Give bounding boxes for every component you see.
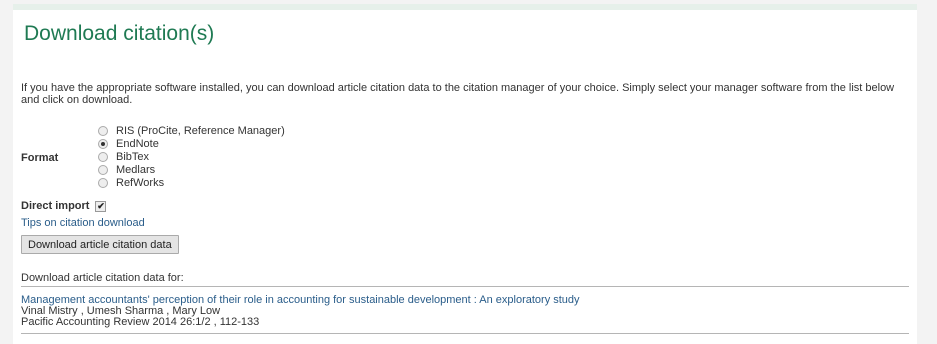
- radio-endnote[interactable]: [98, 138, 108, 149]
- intro-text: If you have the appropriate software ins…: [21, 82, 895, 106]
- radio-medlars[interactable]: [98, 164, 108, 175]
- format-option-label: EndNote: [116, 137, 159, 150]
- format-option-bibtex[interactable]: BibTex: [98, 150, 285, 163]
- citation-panel: Download citation(s) If you have the app…: [13, 4, 917, 344]
- format-option-label: BibTex: [116, 150, 150, 163]
- citation-entry: Management accountants' perception of th…: [21, 295, 580, 328]
- radio-bibtex[interactable]: [98, 151, 108, 162]
- divider: [21, 286, 909, 287]
- format-option-label: RefWorks: [116, 176, 165, 189]
- format-option-endnote[interactable]: EndNote: [98, 137, 285, 150]
- tips-link[interactable]: Tips on citation download: [21, 217, 145, 229]
- download-citation-button[interactable]: Download article citation data: [21, 235, 179, 254]
- divider: [21, 333, 909, 334]
- direct-import-row: Direct import ✔: [21, 200, 107, 212]
- format-option-refworks[interactable]: RefWorks: [98, 176, 285, 189]
- page-title: Download citation(s): [24, 22, 215, 45]
- format-option-label: RIS (ProCite, Reference Manager): [116, 124, 285, 137]
- format-options: RIS (ProCite, Reference Manager) EndNote…: [98, 124, 285, 189]
- format-option-medlars[interactable]: Medlars: [98, 163, 285, 176]
- format-option-ris[interactable]: RIS (ProCite, Reference Manager): [98, 124, 285, 137]
- radio-ris[interactable]: [98, 125, 108, 136]
- format-label: Format: [21, 152, 59, 164]
- direct-import-checkbox[interactable]: ✔: [95, 200, 107, 212]
- direct-import-label: Direct import: [21, 200, 90, 212]
- download-for-label: Download article citation data for:: [21, 272, 184, 284]
- radio-refworks[interactable]: [98, 177, 108, 188]
- citation-source: Pacific Accounting Review 2014 26:1/2 , …: [21, 316, 260, 328]
- format-option-label: Medlars: [116, 163, 156, 176]
